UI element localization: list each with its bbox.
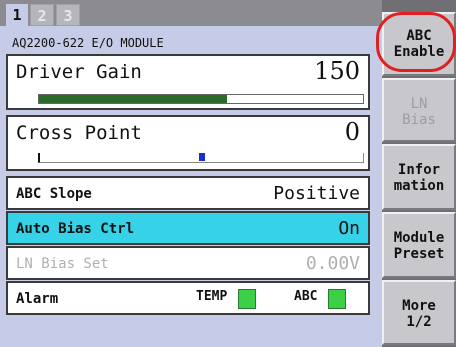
highlight-ring bbox=[376, 12, 456, 72]
auto-bias-ctrl-row[interactable]: Auto Bias Ctrl On bbox=[6, 211, 370, 245]
module-preset-softkey[interactable]: Module Preset bbox=[382, 212, 456, 278]
alarm-label: Alarm bbox=[16, 291, 59, 307]
information-line1: Infor bbox=[397, 162, 441, 178]
tab-page-3[interactable]: 3 bbox=[56, 4, 80, 26]
cross-point-scale bbox=[38, 153, 364, 163]
instrument-screen: 1 2 3 AQ2200-622 E/O MODULE Driver Gain … bbox=[0, 0, 456, 347]
information-line2: mation bbox=[393, 178, 445, 194]
cross-point-label: Cross Point bbox=[16, 122, 142, 144]
abc-status-led bbox=[328, 289, 346, 309]
more-line1: More bbox=[402, 298, 436, 314]
temp-indicator-label: TEMP bbox=[196, 289, 228, 304]
module-preset-line1: Module bbox=[393, 230, 445, 246]
more-line2: 1/2 bbox=[406, 314, 432, 330]
ln-bias-set-label: LN Bias Set bbox=[16, 256, 109, 272]
driver-gain-value: 150 bbox=[314, 57, 360, 85]
abc-slope-row[interactable]: ABC Slope Positive bbox=[6, 176, 370, 210]
more-softkey[interactable]: More 1/2 bbox=[382, 280, 456, 345]
auto-bias-ctrl-value: On bbox=[338, 218, 360, 239]
module-title: AQ2200-622 E/O MODULE bbox=[12, 36, 164, 50]
ln-bias-softkey: LN Bias bbox=[382, 78, 456, 142]
tab-page-2[interactable]: 2 bbox=[30, 4, 54, 26]
driver-gain-bar bbox=[38, 94, 364, 104]
abc-slope-value: Positive bbox=[273, 183, 360, 204]
abc-indicator-label: ABC bbox=[294, 289, 318, 304]
ln-bias-set-value: 0.00V bbox=[305, 253, 360, 274]
driver-gain-panel[interactable]: Driver Gain 150 bbox=[6, 54, 370, 110]
page-tab-strip: 1 2 3 bbox=[0, 0, 382, 26]
alarm-row: Alarm TEMP ABC bbox=[6, 281, 370, 315]
driver-gain-bar-fill bbox=[39, 95, 227, 103]
driver-gain-label: Driver Gain bbox=[16, 61, 142, 83]
tab-page-1[interactable]: 1 bbox=[6, 4, 28, 26]
ln-bias-line1: LN bbox=[410, 96, 428, 112]
abc-slope-label: ABC Slope bbox=[16, 186, 92, 202]
parameter-list: ABC Slope Positive Auto Bias Ctrl On LN … bbox=[6, 176, 370, 316]
temp-status-led bbox=[238, 289, 256, 309]
information-softkey[interactable]: Infor mation bbox=[382, 144, 456, 210]
cross-point-panel[interactable]: Cross Point 0 bbox=[6, 115, 370, 171]
cross-point-value: 0 bbox=[344, 118, 360, 146]
ln-bias-set-row: LN Bias Set 0.00V bbox=[6, 246, 370, 280]
ln-bias-line2: Bias bbox=[402, 112, 436, 128]
auto-bias-ctrl-label: Auto Bias Ctrl bbox=[16, 221, 135, 237]
module-preset-line2: Preset bbox=[393, 246, 445, 262]
cross-point-marker bbox=[198, 153, 205, 161]
